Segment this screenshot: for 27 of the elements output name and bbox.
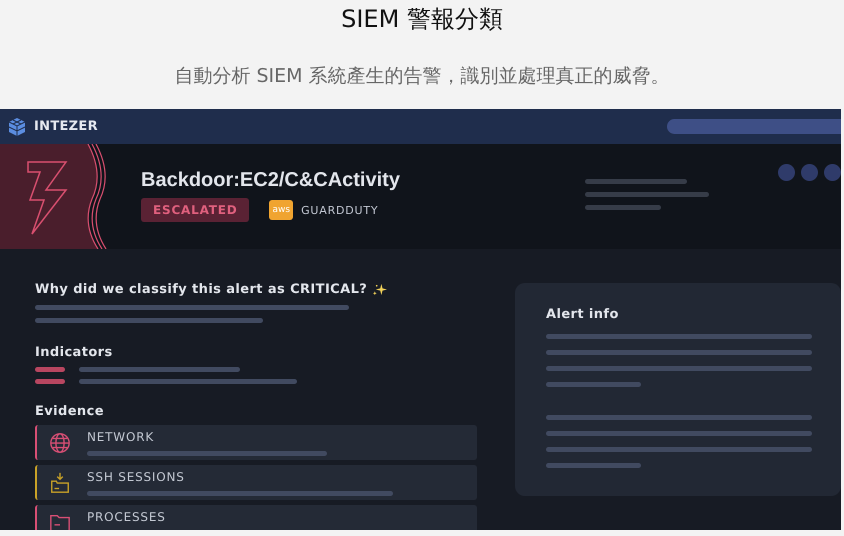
- card-heading: Alert info: [546, 307, 620, 322]
- indicator-bar: [35, 379, 65, 384]
- evidence-label: SSH SESSIONS: [87, 470, 186, 484]
- section-heading: Indicators: [35, 345, 114, 360]
- section-heading: Evidence: [35, 404, 105, 419]
- evidence-row[interactable]: NETWORK: [35, 425, 478, 460]
- tray-arrow-icon: [49, 472, 71, 494]
- globe-icon: [49, 432, 71, 454]
- page-subtitle: 自動分析 SIEM 系統產生的告警，識別並處理真正的威脅。: [173, 64, 671, 89]
- brand-name: INTEZER: [34, 119, 98, 134]
- source-label: GUARDDUTY: [301, 204, 378, 216]
- section-heading: Why did we classify this alert as CRITICAL?: [35, 282, 368, 297]
- page-title: SIEM 警報分類: [340, 4, 504, 35]
- evidence-label: NETWORK: [87, 430, 156, 444]
- evidence-row[interactable]: SSH SESSIONS: [35, 465, 478, 500]
- indicator-bar: [35, 367, 65, 372]
- evidence-row[interactable]: PROCESSES: [35, 505, 478, 530]
- evidence-label: PROCESSES: [87, 510, 167, 524]
- aws-logo: aws: [269, 200, 294, 220]
- status-badge: ESCALATED: [141, 198, 250, 222]
- dot-icon[interactable]: [801, 164, 818, 181]
- search-bar[interactable]: [667, 119, 841, 134]
- alert-name: Backdoor:EC2/C&CActivity: [141, 169, 400, 192]
- dot-icon[interactable]: [778, 164, 795, 181]
- sparkle-icon: [372, 282, 388, 297]
- dot-icon[interactable]: [824, 164, 841, 181]
- cube-logo-icon: [7, 116, 27, 136]
